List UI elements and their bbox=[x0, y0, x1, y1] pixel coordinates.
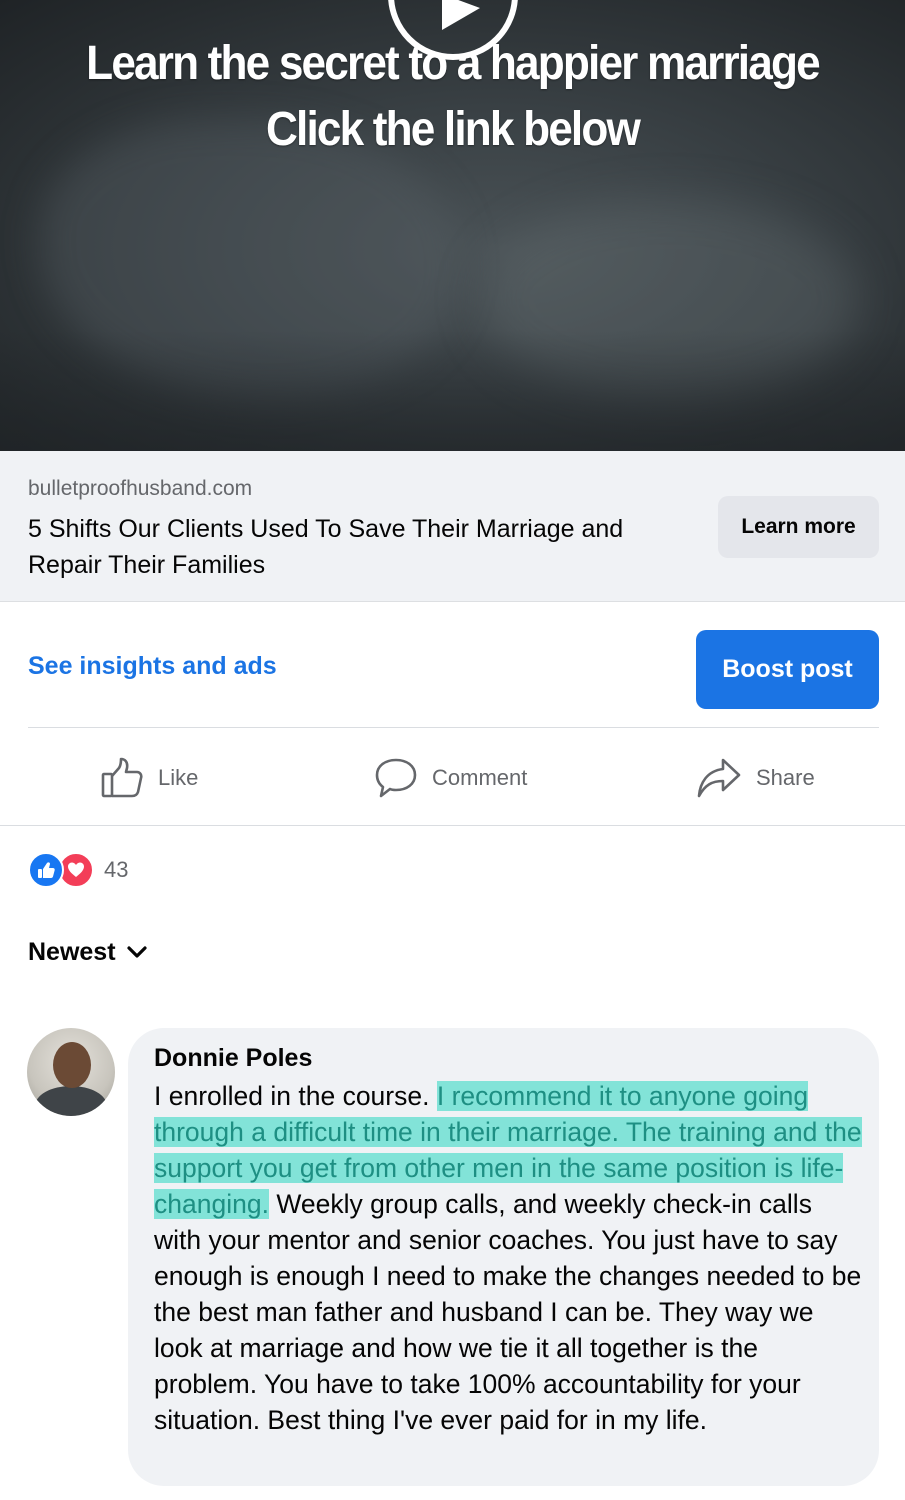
share-label: Share bbox=[756, 765, 815, 790]
video-headline-line2: Click the link below bbox=[265, 103, 641, 156]
video-background-shade bbox=[0, 330, 905, 451]
divider bbox=[0, 825, 905, 826]
comment-author[interactable]: Donnie Poles bbox=[154, 1044, 312, 1073]
sort-label: Newest bbox=[28, 938, 116, 966]
comment-text: I enrolled in the course. I recommend it… bbox=[154, 1078, 864, 1438]
comment-button[interactable]: Comment bbox=[374, 750, 527, 806]
link-title[interactable]: 5 Shifts Our Clients Used To Save Their … bbox=[28, 511, 678, 583]
thumbs-up-icon bbox=[100, 756, 144, 800]
chevron-down-icon bbox=[126, 938, 148, 967]
avatar[interactable] bbox=[27, 1028, 115, 1116]
boost-post-button[interactable]: Boost post bbox=[696, 630, 879, 709]
comment-text-start: I enrolled in the course. bbox=[154, 1081, 430, 1111]
comment-text-end: Weekly group calls, and weekly check-in … bbox=[154, 1189, 862, 1435]
like-label: Like bbox=[158, 765, 199, 790]
share-arrow-icon bbox=[696, 756, 742, 800]
comment-bubble-icon bbox=[374, 756, 418, 800]
learn-more-button[interactable]: Learn more bbox=[718, 496, 879, 558]
like-icon bbox=[28, 852, 64, 888]
like-button[interactable]: Like bbox=[100, 750, 198, 806]
comment-sort-dropdown[interactable]: Newest bbox=[28, 938, 148, 967]
see-insights-link[interactable]: See insights and ads bbox=[28, 652, 277, 681]
video-player[interactable]: Learn the secret to a happier marriage C… bbox=[0, 0, 905, 451]
reactions-summary[interactable]: 43 bbox=[28, 852, 128, 888]
link-preview-card[interactable]: bulletproofhusband.com 5 Shifts Our Clie… bbox=[0, 451, 905, 602]
share-button[interactable]: Share bbox=[696, 750, 815, 806]
link-domain: bulletproofhusband.com bbox=[28, 477, 253, 500]
comment-label: Comment bbox=[432, 765, 528, 790]
reaction-count: 43 bbox=[104, 857, 129, 882]
divider bbox=[28, 727, 879, 728]
